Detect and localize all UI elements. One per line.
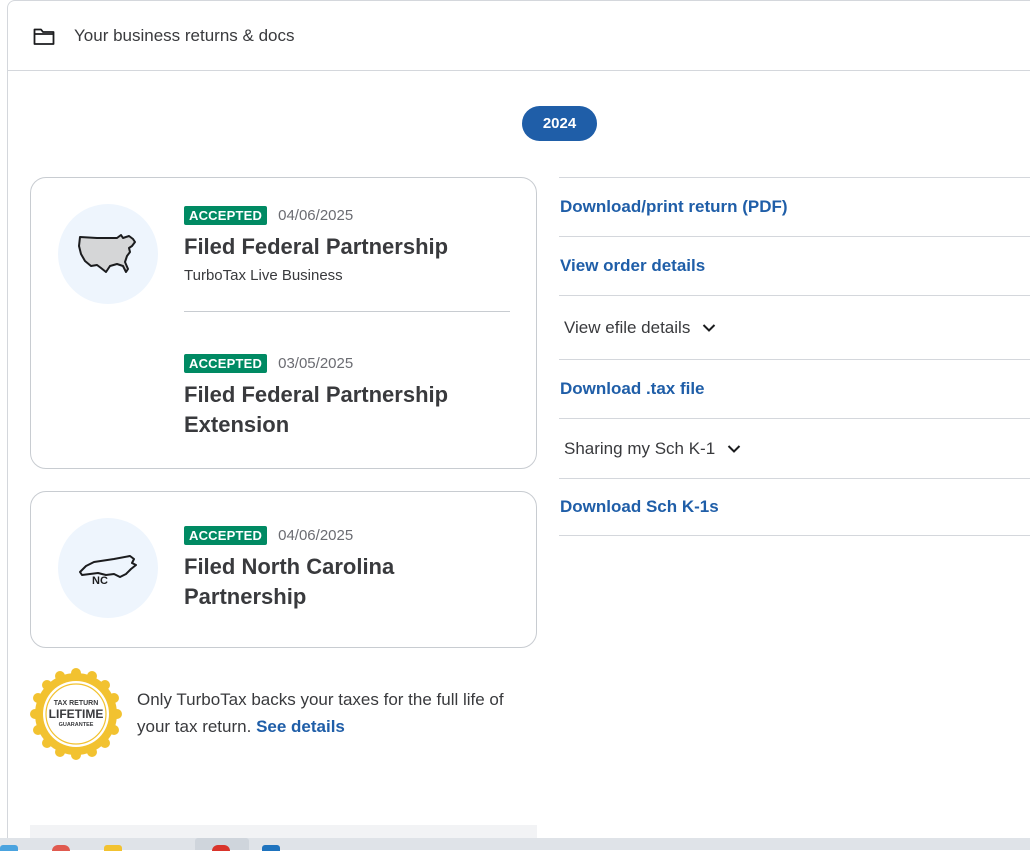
filing-federal-extension: ACCEPTED 03/05/2025 Filed Federal Partne… xyxy=(184,352,514,440)
dropdown-label[interactable]: View efile details xyxy=(559,318,690,338)
lifetime-guarantee: TAX RETURN LIFETIME GUARANTEE Only Turbo… xyxy=(30,668,540,760)
see-details-link[interactable]: See details xyxy=(256,717,345,736)
link-label[interactable]: Download Sch K-1s xyxy=(559,497,719,517)
filing-date: 04/06/2025 xyxy=(278,526,354,544)
seal-line-3: GUARANTEE xyxy=(59,722,94,728)
sharing-sch-k1-dropdown[interactable]: Sharing my Sch K-1 xyxy=(559,418,1030,478)
dropdown-label[interactable]: Sharing my Sch K-1 xyxy=(559,439,715,459)
filing-federal-partnership: ACCEPTED 04/06/2025 Filed Federal Partne… xyxy=(184,204,514,284)
nc-map-label: NC xyxy=(92,575,108,586)
taskbar-app-icon[interactable] xyxy=(262,845,280,851)
taskbar-app-icon[interactable] xyxy=(0,845,18,851)
bottom-card-edge xyxy=(30,825,537,838)
taskbar-app-icon[interactable] xyxy=(52,845,70,851)
north-carolina-map-icon: NC xyxy=(79,555,137,586)
taskbar-app-icon[interactable] xyxy=(212,845,230,851)
filing-date: 03/05/2025 xyxy=(278,354,354,372)
download-print-return-link[interactable]: Download/print return (PDF) xyxy=(559,177,1030,236)
seal-line-2: LIFETIME xyxy=(49,707,104,721)
filing-product: TurboTax Live Business xyxy=(184,267,343,284)
filing-title: Filed Federal Partnership xyxy=(184,234,449,259)
download-tax-file-link[interactable]: Download .tax file xyxy=(559,359,1030,418)
link-label[interactable]: View order details xyxy=(559,256,705,276)
page-title: Your business returns & docs xyxy=(74,25,295,45)
filing-nc-partnership: ACCEPTED 04/06/2025 Filed North Carolina… xyxy=(184,524,514,612)
link-label[interactable]: Download .tax file xyxy=(559,379,705,399)
download-sch-k1s-link[interactable]: Download Sch K-1s xyxy=(559,478,1030,536)
state-returns-card: NC ACCEPTED 04/06/2025 Filed North Carol… xyxy=(30,491,537,648)
federal-returns-card: ACCEPTED 04/06/2025 Filed Federal Partne… xyxy=(30,177,537,469)
seal-line-1: TAX RETURN xyxy=(54,700,99,707)
view-order-details-link[interactable]: View order details xyxy=(559,236,1030,295)
chevron-down-icon[interactable] xyxy=(702,323,716,333)
os-taskbar xyxy=(0,838,1030,851)
usa-map-icon xyxy=(78,234,136,273)
map-circle xyxy=(58,204,158,304)
map-circle: NC xyxy=(58,518,158,618)
filing-title: Filed Federal Partnership Extension xyxy=(184,382,449,437)
guarantee-text: Only TurboTax backs your taxes for the f… xyxy=(137,686,537,740)
filing-date: 04/06/2025 xyxy=(278,206,354,224)
return-actions-list: Download/print return (PDF) View order d… xyxy=(559,177,1030,536)
status-badge: ACCEPTED xyxy=(184,353,268,373)
folder-icon xyxy=(33,28,55,45)
status-badge: ACCEPTED xyxy=(184,525,268,545)
year-selector[interactable]: 2024 xyxy=(522,106,597,141)
divider xyxy=(184,311,510,312)
chevron-down-icon[interactable] xyxy=(727,444,741,454)
lifetime-guarantee-seal-icon: TAX RETURN LIFETIME GUARANTEE xyxy=(30,668,122,760)
taskbar-app-icon[interactable] xyxy=(104,845,122,851)
status-badge: ACCEPTED xyxy=(184,205,268,225)
page-header: Your business returns & docs xyxy=(8,1,1030,71)
view-efile-details-dropdown[interactable]: View efile details xyxy=(559,295,1030,359)
filing-title: Filed North Carolina Partnership xyxy=(184,554,395,609)
link-label[interactable]: Download/print return (PDF) xyxy=(559,197,788,217)
